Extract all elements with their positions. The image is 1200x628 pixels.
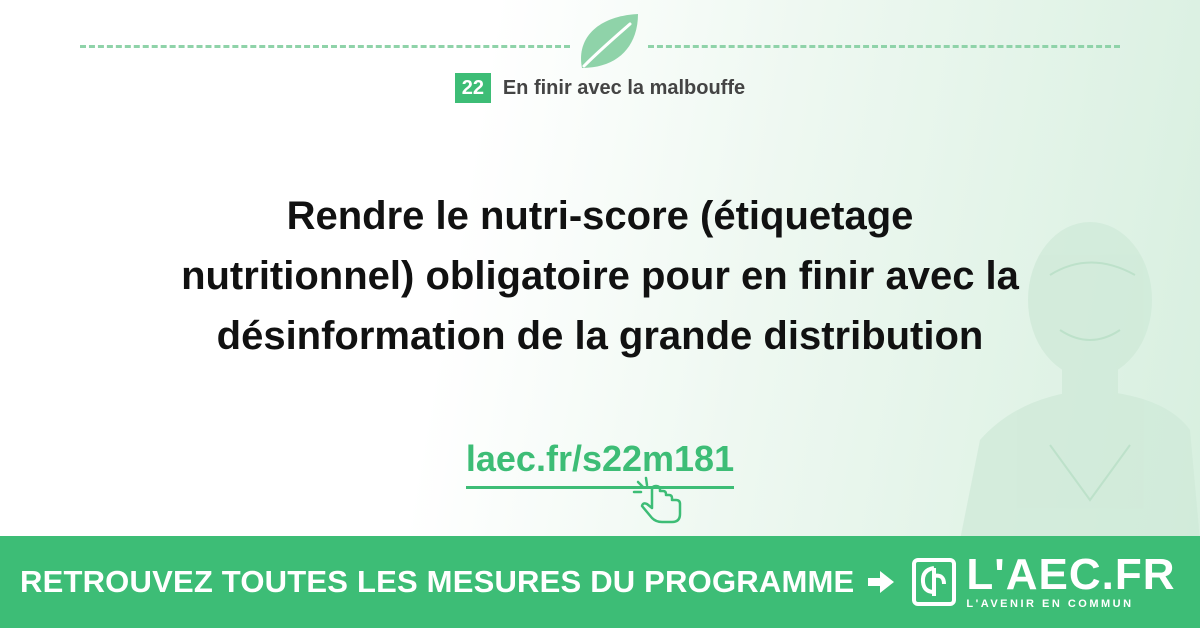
headline-line: Rendre le nutri-score (étiquetage — [286, 194, 914, 238]
chapter-title: En finir avec la malbouffe — [502, 76, 746, 99]
footer-banner[interactable]: RETROUVEZ TOUTES LES MESURES DU PROGRAMM… — [0, 536, 1200, 628]
decorative-dashed-line-right — [648, 45, 1120, 48]
footer-cta-text[interactable]: RETROUVEZ TOUTES LES MESURES DU PROGRAMM… — [20, 564, 854, 600]
brand-name: L'AEC.FR — [966, 550, 1176, 599]
leaf-icon — [581, 14, 638, 68]
measure-link[interactable]: laec.fr/s22m181 — [465, 438, 735, 489]
measure-headline: Rendre le nutri-score (étiquetage nutrit… — [40, 186, 1160, 366]
chapter-header: 22 En finir avec la malbouffe — [0, 73, 1200, 103]
laec-book-icon — [912, 558, 957, 606]
brand-logo[interactable]: L'AEC.FR L'AVENIR EN COMMUN — [966, 550, 1176, 611]
headline-line: désinformation de la grande distribution — [216, 314, 984, 358]
measure-link-container: laec.fr/s22m181 — [0, 438, 1200, 489]
pointer-hand-icon — [632, 476, 682, 524]
social-card: 22 En finir avec la malbouffe Rendre le … — [0, 0, 1200, 628]
arrow-right-icon — [868, 571, 895, 593]
brand-tagline: L'AVENIR EN COMMUN — [966, 598, 1134, 610]
chapter-number-badge: 22 — [454, 73, 491, 103]
decorative-dashed-line-left — [80, 45, 570, 48]
headline-line: nutritionnel) obligatoire pour en finir … — [181, 254, 1019, 298]
